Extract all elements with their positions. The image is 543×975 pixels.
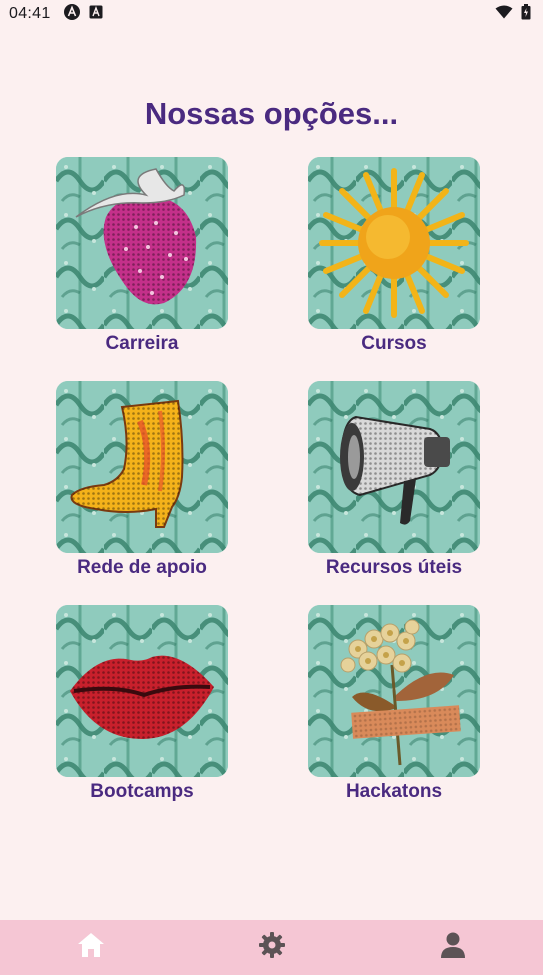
option-carreira[interactable]: Carreira [56,157,228,355]
lips-image [56,605,228,777]
nav-settings[interactable] [242,928,302,968]
option-label: Carreira [105,333,179,354]
page-title: Nossas opções... [144,96,399,131]
nav-home[interactable] [61,928,121,968]
a-circle-icon [63,3,81,26]
home-icon [77,932,105,963]
option-label: Hackatons [345,781,443,802]
megaphone-image [308,381,480,553]
a-square-icon [89,5,103,24]
battery-icon [521,3,531,25]
wifi-icon [495,5,513,24]
strawberry-image [56,157,228,329]
sun-image [308,157,480,329]
option-recursos-uteis[interactable]: Recursos úteis [308,381,480,579]
status-bar: 04:41 [0,0,543,28]
bottom-nav [0,920,543,975]
nav-profile[interactable] [423,928,483,968]
option-cursos[interactable]: Cursos [308,157,480,355]
person-icon [440,931,466,964]
flower-image [308,605,480,777]
option-label: Bootcamps [90,781,194,802]
option-label: Rede de apoio [77,557,207,578]
status-time: 04:41 [9,5,51,22]
gear-icon [258,931,286,964]
option-label: Recursos úteis [325,557,463,578]
option-hackatons[interactable]: Hackatons [308,605,480,803]
option-bootcamps[interactable]: Bootcamps [56,605,228,803]
option-rede-de-apoio[interactable]: Rede de apoio [56,381,228,579]
boot-image [56,381,228,553]
option-label: Cursos [361,333,427,354]
